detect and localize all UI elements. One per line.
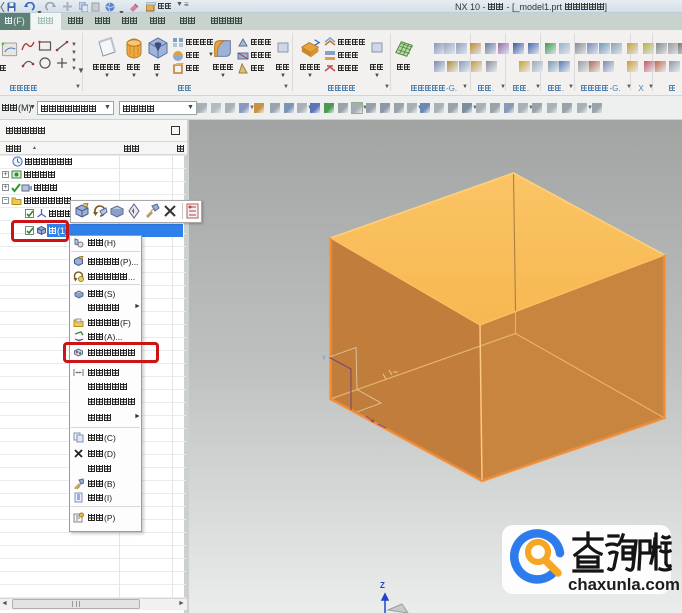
svg-text:Y: Y <box>322 356 326 362</box>
svg-text:Z: Z <box>380 581 385 590</box>
svg-text:chaxunla.com: chaxunla.com <box>568 575 680 594</box>
